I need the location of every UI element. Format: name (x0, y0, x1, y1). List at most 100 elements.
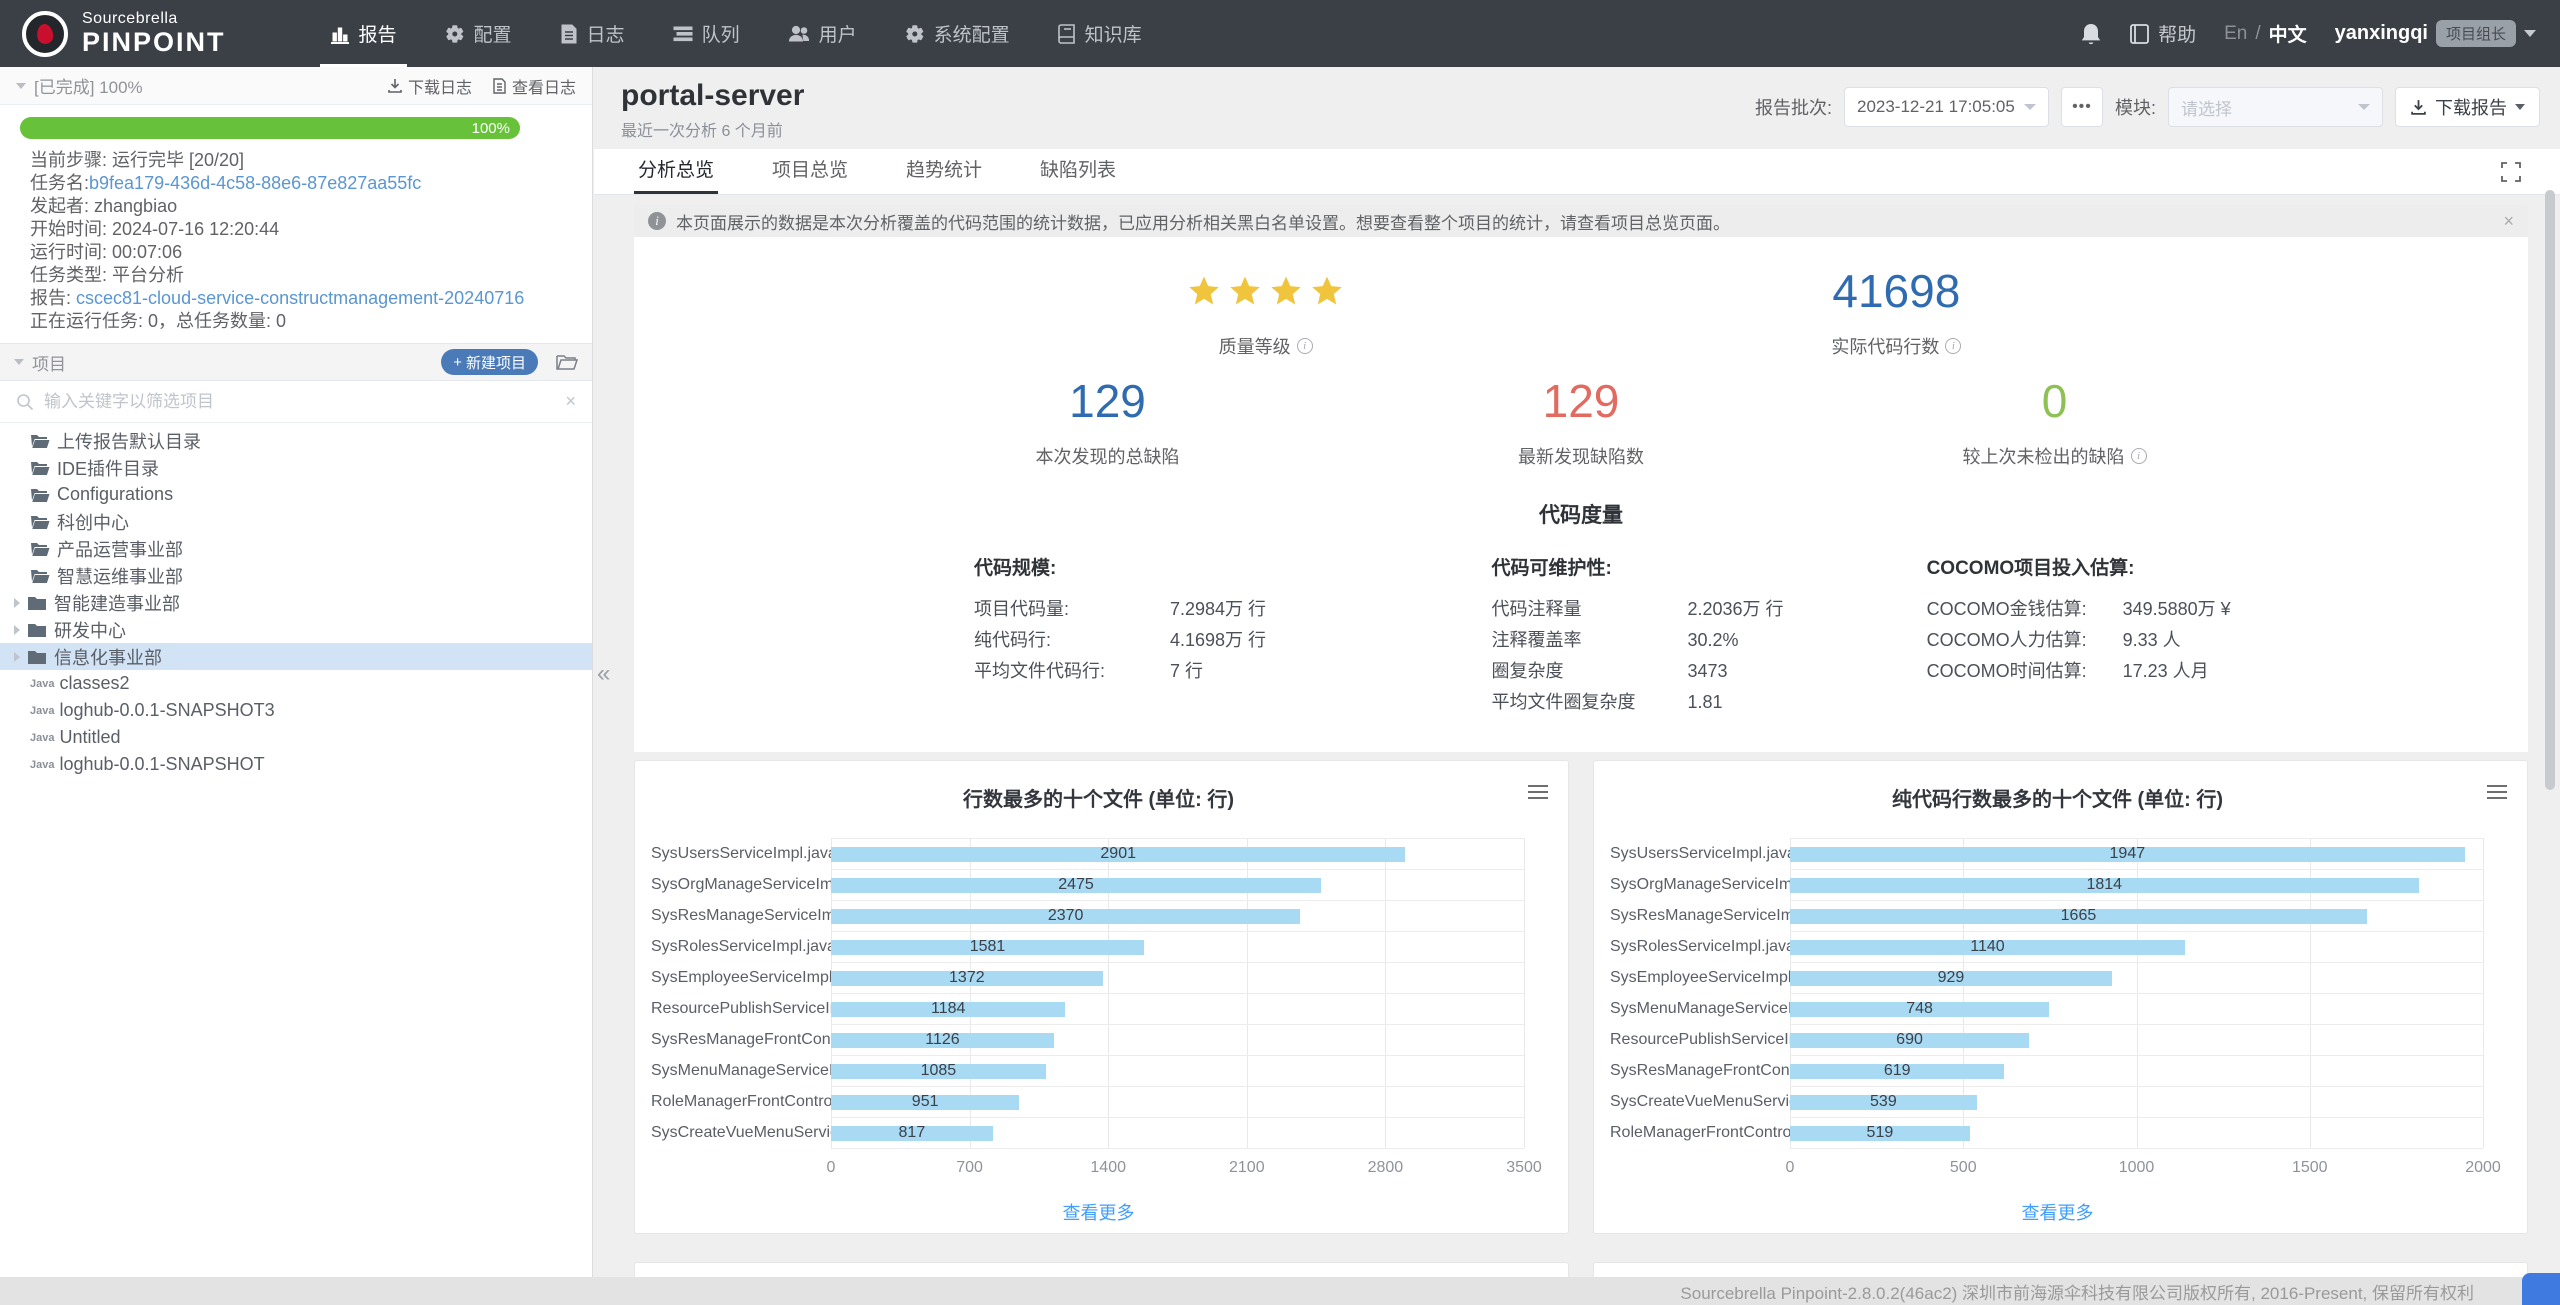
download-log-button[interactable]: 下载日志 (387, 74, 472, 98)
batch-more-button[interactable]: ••• (2061, 87, 2103, 127)
nav-item-2[interactable]: 日志 (536, 0, 649, 67)
chart-card-1: 纯代码行数最多的十个文件 (单位: 行)SysUsersServiceImpl.… (1593, 760, 2528, 1234)
fullscreen-icon[interactable] (2500, 161, 2522, 183)
new-project-button[interactable]: + 新建项目 (441, 349, 538, 375)
metric-label: 平均文件代码行: (974, 656, 1170, 687)
chart-bar: 1947 (1790, 847, 2465, 862)
task-field-label: 任务名: (30, 173, 89, 193)
chart-bands: 1947181416651140929748690619539519 (1790, 838, 2483, 1149)
chart-category-label: SysRolesServiceImpl.java (651, 931, 831, 962)
download-icon (2410, 99, 2427, 116)
clear-search-icon[interactable]: × (565, 391, 576, 412)
metric-value: 7.2984万 行 (1170, 594, 1266, 625)
chart-menu-icon[interactable] (2487, 781, 2507, 803)
report-batch-select[interactable]: 2023-12-21 17:05:05 (1844, 87, 2049, 127)
folder-open-icon (30, 433, 50, 449)
projects-section-header[interactable]: 项目 + 新建项目 (0, 343, 592, 381)
tree-item[interactable]: Javaloghub-0.0.1-SNAPSHOT3 (0, 697, 592, 724)
nav-item-1[interactable]: 配置 (421, 0, 536, 67)
download-report-button[interactable]: 下载报告 (2395, 87, 2540, 127)
view-log-button[interactable]: 查看日志 (492, 74, 576, 98)
tree-item[interactable]: 研发中心 (0, 616, 592, 643)
lang-en[interactable]: En (2224, 23, 2247, 45)
sidebar-collapse-handle[interactable]: « (597, 660, 610, 688)
tree-item-label: Configurations (57, 484, 173, 505)
tab-0[interactable]: 分析总览 (634, 155, 718, 194)
floating-widget-button[interactable] (2522, 1273, 2560, 1305)
nav-item-0[interactable]: 报告 (306, 0, 421, 67)
help-link[interactable]: 帮助 (2130, 20, 2196, 47)
chart-band: 690 (1790, 1024, 2483, 1055)
tab-2[interactable]: 趋势统计 (902, 155, 986, 194)
lang-zh[interactable]: 中文 (2269, 20, 2307, 47)
tab-1[interactable]: 项目总览 (768, 155, 852, 194)
module-select[interactable]: 请选择 (2168, 87, 2383, 127)
tree-item[interactable]: Javaloghub-0.0.1-SNAPSHOT (0, 751, 592, 778)
stat-1: 129最新发现缺陷数 (1344, 373, 1818, 469)
tree-item[interactable]: 信息化事业部 (0, 643, 592, 670)
page-title: portal-server (621, 79, 804, 113)
tree-item[interactable]: Javaclasses2 (0, 670, 592, 697)
task-field-value[interactable]: cscec81-cloud-service-constructmanagemen… (76, 288, 524, 308)
chart-bar: 1184 (831, 1002, 1065, 1017)
metric-value: 17.23 人月 (2123, 656, 2209, 687)
user-menu[interactable]: yanxingqi 项目组长 (2335, 20, 2536, 47)
language-toggle[interactable]: En / 中文 (2224, 20, 2307, 47)
tree-item[interactable]: Configurations (0, 481, 592, 508)
tree-item[interactable]: 智慧运维事业部 (0, 562, 592, 589)
metric-row: 注释覆盖率30.2% (1491, 625, 1926, 656)
task-panel-header[interactable]: [已完成] 100% 下载日志 查看日志 (0, 67, 592, 105)
chart-bar: 748 (1790, 1002, 2049, 1017)
chart-bar-value: 748 (1906, 1000, 1933, 1018)
tree-item[interactable]: 智能建造事业部 (0, 589, 592, 616)
chart-category-label: SysRolesServiceImpl.java (1610, 931, 1790, 962)
chart-bar-value: 951 (912, 1093, 939, 1111)
tree-item[interactable]: 上传报告默认目录 (0, 427, 592, 454)
info-icon[interactable]: i (1297, 338, 1313, 354)
tree-item[interactable]: IDE插件目录 (0, 454, 592, 481)
folder-closed-icon (27, 595, 47, 611)
nav-item-6[interactable]: 知识库 (1034, 0, 1166, 67)
view-more-link[interactable]: 查看更多 (651, 1199, 1546, 1225)
log-file-icon (492, 78, 507, 94)
nav-item-5[interactable]: 系统配置 (881, 0, 1034, 67)
info-icon[interactable]: i (1945, 338, 1961, 354)
brand-logo[interactable]: Sourcebrella PINPOINT (22, 11, 226, 57)
chart-category-label: SysEmployeeServiceImpl.j... (1610, 962, 1790, 993)
tab-3[interactable]: 缺陷列表 (1036, 155, 1120, 194)
task-field-value[interactable]: b9fea179-436d-4c58-88e6-87e827aa55fc (89, 173, 421, 193)
users-icon (788, 24, 810, 44)
chart-bar-value: 539 (1870, 1093, 1897, 1111)
chart-band: 929 (1790, 962, 2483, 993)
nav-item-label: 用户 (819, 20, 857, 47)
project-search-input[interactable] (44, 392, 555, 412)
open-folder-button[interactable] (556, 353, 578, 371)
username: yanxingqi (2335, 22, 2428, 45)
metric-label: COCOMO人力估算: (1927, 625, 2123, 656)
tabs-strip: 分析总览 项目总览 趋势统计 缺陷列表 (594, 149, 2560, 195)
view-more-link[interactable]: 查看更多 (1610, 1199, 2505, 1225)
nav-item-label: 配置 (474, 20, 512, 47)
nav-item-4[interactable]: 用户 (764, 0, 881, 67)
tree-item[interactable]: JavaUntitled (0, 724, 592, 751)
folder-open-icon (30, 460, 50, 476)
notification-bell-icon[interactable] (2080, 22, 2102, 46)
info-icon[interactable]: i (2131, 448, 2147, 464)
chart-x-axis: 0500100015002000 (1790, 1149, 2483, 1183)
folder-open-icon (30, 487, 50, 503)
nav-item-3[interactable]: 队列 (649, 0, 764, 67)
axis-tick-label: 500 (1950, 1159, 1977, 1177)
vertical-scrollbar[interactable] (2545, 190, 2555, 790)
chart-category-label: SysResManageFrontControlle... (1610, 1055, 1790, 1086)
metric-row: 代码注释量2.2036万 行 (1491, 594, 1926, 625)
caret-right-icon (14, 625, 20, 635)
metric-row: COCOMO金钱估算:349.5880万 ¥ (1927, 594, 2444, 625)
chart-menu-icon[interactable] (1528, 781, 1548, 803)
nav-right: 帮助 En / 中文 yanxingqi 项目组长 (2080, 20, 2536, 47)
tree-item-label: 信息化事业部 (54, 644, 162, 670)
tree-item[interactable]: 产品运营事业部 (0, 535, 592, 562)
chart-bar: 1814 (1790, 878, 2419, 893)
document-icon (560, 24, 578, 44)
banner-close-icon[interactable]: × (2503, 211, 2514, 232)
tree-item[interactable]: 科创中心 (0, 508, 592, 535)
